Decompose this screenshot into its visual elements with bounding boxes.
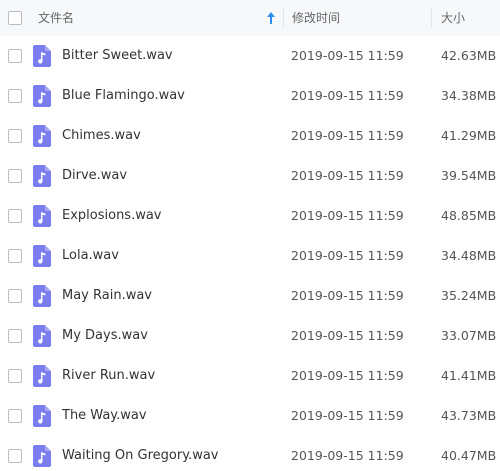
- audio-file-icon: [33, 245, 51, 267]
- sort-ascending-icon[interactable]: [266, 11, 276, 25]
- file-list-header: 文件名 修改时间 大小: [0, 0, 500, 36]
- audio-file-icon: [33, 205, 51, 227]
- file-name[interactable]: The Way.wav: [62, 396, 147, 436]
- file-modified-time: 2019-09-15 11:59: [291, 48, 404, 63]
- file-name[interactable]: Waiting On Gregory.wav: [62, 436, 218, 471]
- file-size: 41.29MB: [441, 128, 497, 143]
- file-modified-time: 2019-09-15 11:59: [291, 168, 404, 183]
- file-size: 48.85MB: [441, 208, 497, 223]
- row-checkbox[interactable]: [8, 209, 22, 223]
- file-name[interactable]: May Rain.wav: [62, 276, 152, 316]
- row-checkbox[interactable]: [8, 449, 22, 463]
- file-size: 43.73MB: [441, 408, 497, 423]
- file-name[interactable]: River Run.wav: [62, 356, 155, 396]
- row-checkbox[interactable]: [8, 169, 22, 183]
- file-size: 41.41MB: [441, 368, 497, 383]
- row-checkbox[interactable]: [8, 129, 22, 143]
- audio-file-icon: [33, 285, 51, 307]
- file-row[interactable]: River Run.wav 2019-09-15 11:59 41.41MB: [0, 356, 500, 396]
- file-row[interactable]: Bitter Sweet.wav 2019-09-15 11:59 42.63MB: [0, 36, 500, 76]
- file-modified-time: 2019-09-15 11:59: [291, 248, 404, 263]
- column-header-size[interactable]: 大小: [441, 0, 465, 36]
- audio-file-icon: [33, 85, 51, 107]
- file-row[interactable]: Explosions.wav 2019-09-15 11:59 48.85MB: [0, 196, 500, 236]
- file-size: 34.48MB: [441, 248, 497, 263]
- file-list: 文件名 修改时间 大小 Bitter Sweet.wav 2019-09-15 1…: [0, 0, 500, 471]
- file-size: 35.24MB: [441, 288, 497, 303]
- file-name[interactable]: Chimes.wav: [62, 116, 141, 156]
- audio-file-icon: [33, 445, 51, 467]
- file-modified-time: 2019-09-15 11:59: [291, 288, 404, 303]
- file-size: 33.07MB: [441, 328, 497, 343]
- file-name[interactable]: Lola.wav: [62, 236, 119, 276]
- file-name[interactable]: Bitter Sweet.wav: [62, 36, 173, 76]
- row-checkbox[interactable]: [8, 369, 22, 383]
- file-row[interactable]: Chimes.wav 2019-09-15 11:59 41.29MB: [0, 116, 500, 156]
- column-divider[interactable]: [283, 8, 284, 28]
- file-modified-time: 2019-09-15 11:59: [291, 88, 404, 103]
- row-checkbox[interactable]: [8, 409, 22, 423]
- file-size: 42.63MB: [441, 48, 497, 63]
- file-size: 40.47MB: [441, 448, 497, 463]
- file-name[interactable]: Explosions.wav: [62, 196, 162, 236]
- row-checkbox[interactable]: [8, 329, 22, 343]
- column-header-name[interactable]: 文件名: [38, 0, 74, 36]
- audio-file-icon: [33, 45, 51, 67]
- column-header-modified[interactable]: 修改时间: [292, 0, 340, 36]
- audio-file-icon: [33, 125, 51, 147]
- file-row[interactable]: Dirve.wav 2019-09-15 11:59 39.54MB: [0, 156, 500, 196]
- file-row[interactable]: Waiting On Gregory.wav 2019-09-15 11:59 40…: [0, 436, 500, 471]
- file-row[interactable]: Blue Flamingo.wav 2019-09-15 11:59 34.38MB: [0, 76, 500, 116]
- column-divider[interactable]: [431, 8, 432, 28]
- file-name[interactable]: Dirve.wav: [62, 156, 127, 196]
- file-modified-time: 2019-09-15 11:59: [291, 368, 404, 383]
- file-name[interactable]: Blue Flamingo.wav: [62, 76, 185, 116]
- file-row[interactable]: Lola.wav 2019-09-15 11:59 34.48MB: [0, 236, 500, 276]
- row-checkbox[interactable]: [8, 249, 22, 263]
- row-checkbox[interactable]: [8, 289, 22, 303]
- audio-file-icon: [33, 325, 51, 347]
- file-modified-time: 2019-09-15 11:59: [291, 328, 404, 343]
- row-checkbox[interactable]: [8, 89, 22, 103]
- file-row[interactable]: The Way.wav 2019-09-15 11:59 43.73MB: [0, 396, 500, 436]
- select-all-checkbox[interactable]: [8, 11, 22, 25]
- file-size: 34.38MB: [441, 88, 497, 103]
- file-modified-time: 2019-09-15 11:59: [291, 208, 404, 223]
- file-row[interactable]: May Rain.wav 2019-09-15 11:59 35.24MB: [0, 276, 500, 316]
- row-checkbox[interactable]: [8, 49, 22, 63]
- file-modified-time: 2019-09-15 11:59: [291, 448, 404, 463]
- file-size: 39.54MB: [441, 168, 497, 183]
- audio-file-icon: [33, 405, 51, 427]
- file-modified-time: 2019-09-15 11:59: [291, 128, 404, 143]
- audio-file-icon: [33, 365, 51, 387]
- file-name[interactable]: My Days.wav: [62, 316, 148, 356]
- audio-file-icon: [33, 165, 51, 187]
- file-modified-time: 2019-09-15 11:59: [291, 408, 404, 423]
- file-row[interactable]: My Days.wav 2019-09-15 11:59 33.07MB: [0, 316, 500, 356]
